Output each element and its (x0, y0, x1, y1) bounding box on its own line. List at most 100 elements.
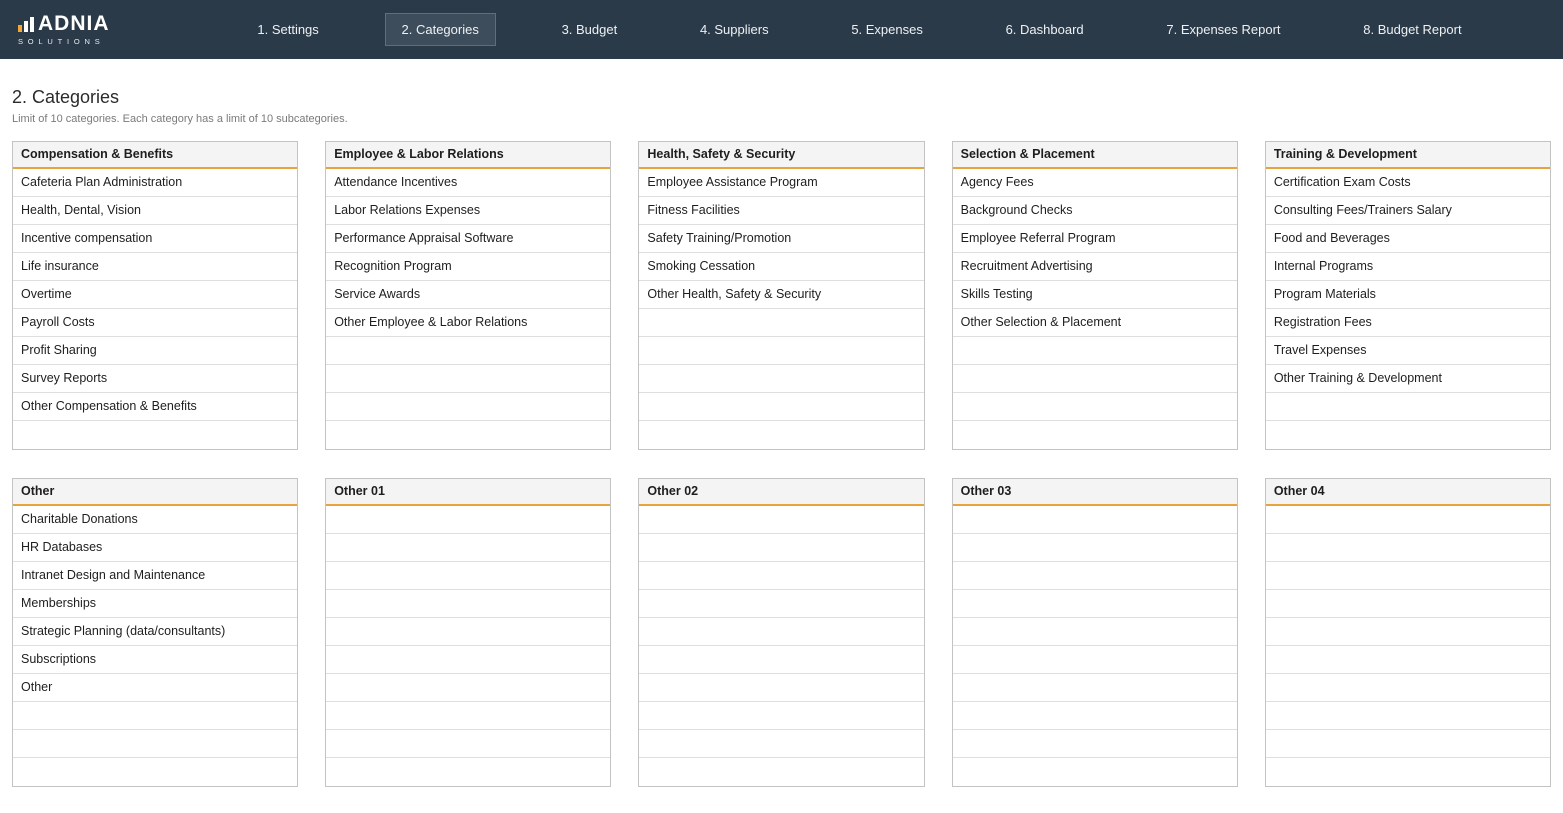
subcategory-cell[interactable] (639, 646, 923, 674)
subcategory-cell[interactable] (1266, 618, 1550, 646)
subcategory-cell[interactable]: Overtime (13, 281, 297, 309)
subcategory-cell[interactable]: Service Awards (326, 281, 610, 309)
subcategory-cell[interactable]: Life insurance (13, 253, 297, 281)
subcategory-cell[interactable] (326, 393, 610, 421)
subcategory-cell[interactable] (326, 646, 610, 674)
subcategory-cell[interactable]: Survey Reports (13, 365, 297, 393)
subcategory-cell[interactable] (639, 393, 923, 421)
subcategory-cell[interactable]: Cafeteria Plan Administration (13, 169, 297, 197)
subcategory-cell[interactable] (326, 562, 610, 590)
subcategory-cell[interactable]: Health, Dental, Vision (13, 197, 297, 225)
subcategory-cell[interactable] (326, 365, 610, 393)
subcategory-cell[interactable] (1266, 758, 1550, 786)
subcategory-cell[interactable]: Other Compensation & Benefits (13, 393, 297, 421)
subcategory-cell[interactable] (953, 702, 1237, 730)
tab-2-categories[interactable]: 2. Categories (385, 13, 496, 46)
subcategory-cell[interactable] (1266, 421, 1550, 449)
category-header-cell[interactable]: Other 01 (326, 479, 610, 506)
subcategory-cell[interactable] (953, 337, 1237, 365)
tab-4-suppliers[interactable]: 4. Suppliers (683, 13, 786, 46)
subcategory-cell[interactable] (953, 590, 1237, 618)
subcategory-cell[interactable]: Skills Testing (953, 281, 1237, 309)
subcategory-cell[interactable] (953, 393, 1237, 421)
subcategory-cell[interactable] (953, 758, 1237, 786)
tab-3-budget[interactable]: 3. Budget (545, 13, 635, 46)
subcategory-cell[interactable] (1266, 646, 1550, 674)
subcategory-cell[interactable]: Performance Appraisal Software (326, 225, 610, 253)
category-header-cell[interactable]: Other 02 (639, 479, 923, 506)
subcategory-cell[interactable]: Fitness Facilities (639, 197, 923, 225)
tab-5-expenses[interactable]: 5. Expenses (834, 13, 940, 46)
subcategory-cell[interactable] (639, 534, 923, 562)
subcategory-cell[interactable]: Smoking Cessation (639, 253, 923, 281)
subcategory-cell[interactable]: Subscriptions (13, 646, 297, 674)
subcategory-cell[interactable] (326, 534, 610, 562)
subcategory-cell[interactable] (639, 365, 923, 393)
subcategory-cell[interactable] (13, 758, 297, 786)
subcategory-cell[interactable]: Food and Beverages (1266, 225, 1550, 253)
subcategory-cell[interactable]: Other (13, 674, 297, 702)
subcategory-cell[interactable]: Charitable Donations (13, 506, 297, 534)
subcategory-cell[interactable] (1266, 506, 1550, 534)
subcategory-cell[interactable] (1266, 674, 1550, 702)
category-header-cell[interactable]: Health, Safety & Security (639, 142, 923, 169)
subcategory-cell[interactable] (326, 590, 610, 618)
subcategory-cell[interactable] (326, 618, 610, 646)
subcategory-cell[interactable] (639, 590, 923, 618)
subcategory-cell[interactable]: Other Selection & Placement (953, 309, 1237, 337)
subcategory-cell[interactable] (953, 618, 1237, 646)
subcategory-cell[interactable] (326, 702, 610, 730)
subcategory-cell[interactable] (1266, 562, 1550, 590)
subcategory-cell[interactable]: Safety Training/Promotion (639, 225, 923, 253)
subcategory-cell[interactable]: Program Materials (1266, 281, 1550, 309)
category-header-cell[interactable]: Other (13, 479, 297, 506)
subcategory-cell[interactable]: Employee Assistance Program (639, 169, 923, 197)
subcategory-cell[interactable] (639, 562, 923, 590)
subcategory-cell[interactable]: Background Checks (953, 197, 1237, 225)
category-header-cell[interactable]: Compensation & Benefits (13, 142, 297, 169)
subcategory-cell[interactable] (953, 674, 1237, 702)
subcategory-cell[interactable]: Labor Relations Expenses (326, 197, 610, 225)
subcategory-cell[interactable] (326, 506, 610, 534)
subcategory-cell[interactable]: Strategic Planning (data/consultants) (13, 618, 297, 646)
subcategory-cell[interactable] (326, 730, 610, 758)
subcategory-cell[interactable] (326, 674, 610, 702)
subcategory-cell[interactable]: Consulting Fees/Trainers Salary (1266, 197, 1550, 225)
category-header-cell[interactable]: Other 04 (1266, 479, 1550, 506)
subcategory-cell[interactable] (953, 534, 1237, 562)
subcategory-cell[interactable]: Payroll Costs (13, 309, 297, 337)
subcategory-cell[interactable]: Profit Sharing (13, 337, 297, 365)
subcategory-cell[interactable]: Internal Programs (1266, 253, 1550, 281)
subcategory-cell[interactable] (326, 421, 610, 449)
tab-7-expenses-report[interactable]: 7. Expenses Report (1149, 13, 1297, 46)
subcategory-cell[interactable]: Other Training & Development (1266, 365, 1550, 393)
subcategory-cell[interactable]: Recruitment Advertising (953, 253, 1237, 281)
subcategory-cell[interactable] (13, 421, 297, 449)
subcategory-cell[interactable] (1266, 393, 1550, 421)
subcategory-cell[interactable] (639, 337, 923, 365)
subcategory-cell[interactable] (13, 730, 297, 758)
subcategory-cell[interactable] (953, 421, 1237, 449)
category-header-cell[interactable]: Other 03 (953, 479, 1237, 506)
subcategory-cell[interactable] (639, 309, 923, 337)
subcategory-cell[interactable] (326, 337, 610, 365)
subcategory-cell[interactable]: Incentive compensation (13, 225, 297, 253)
subcategory-cell[interactable]: Other Employee & Labor Relations (326, 309, 610, 337)
subcategory-cell[interactable] (1266, 534, 1550, 562)
subcategory-cell[interactable] (953, 365, 1237, 393)
tab-6-dashboard[interactable]: 6. Dashboard (989, 13, 1101, 46)
subcategory-cell[interactable]: HR Databases (13, 534, 297, 562)
subcategory-cell[interactable] (13, 702, 297, 730)
tab-1-settings[interactable]: 1. Settings (240, 13, 335, 46)
subcategory-cell[interactable]: Memberships (13, 590, 297, 618)
subcategory-cell[interactable] (639, 674, 923, 702)
tab-8-budget-report[interactable]: 8. Budget Report (1346, 13, 1478, 46)
category-header-cell[interactable]: Selection & Placement (953, 142, 1237, 169)
subcategory-cell[interactable] (1266, 730, 1550, 758)
subcategory-cell[interactable] (326, 758, 610, 786)
subcategory-cell[interactable] (953, 646, 1237, 674)
subcategory-cell[interactable] (639, 618, 923, 646)
subcategory-cell[interactable] (1266, 702, 1550, 730)
category-header-cell[interactable]: Employee & Labor Relations (326, 142, 610, 169)
subcategory-cell[interactable]: Recognition Program (326, 253, 610, 281)
